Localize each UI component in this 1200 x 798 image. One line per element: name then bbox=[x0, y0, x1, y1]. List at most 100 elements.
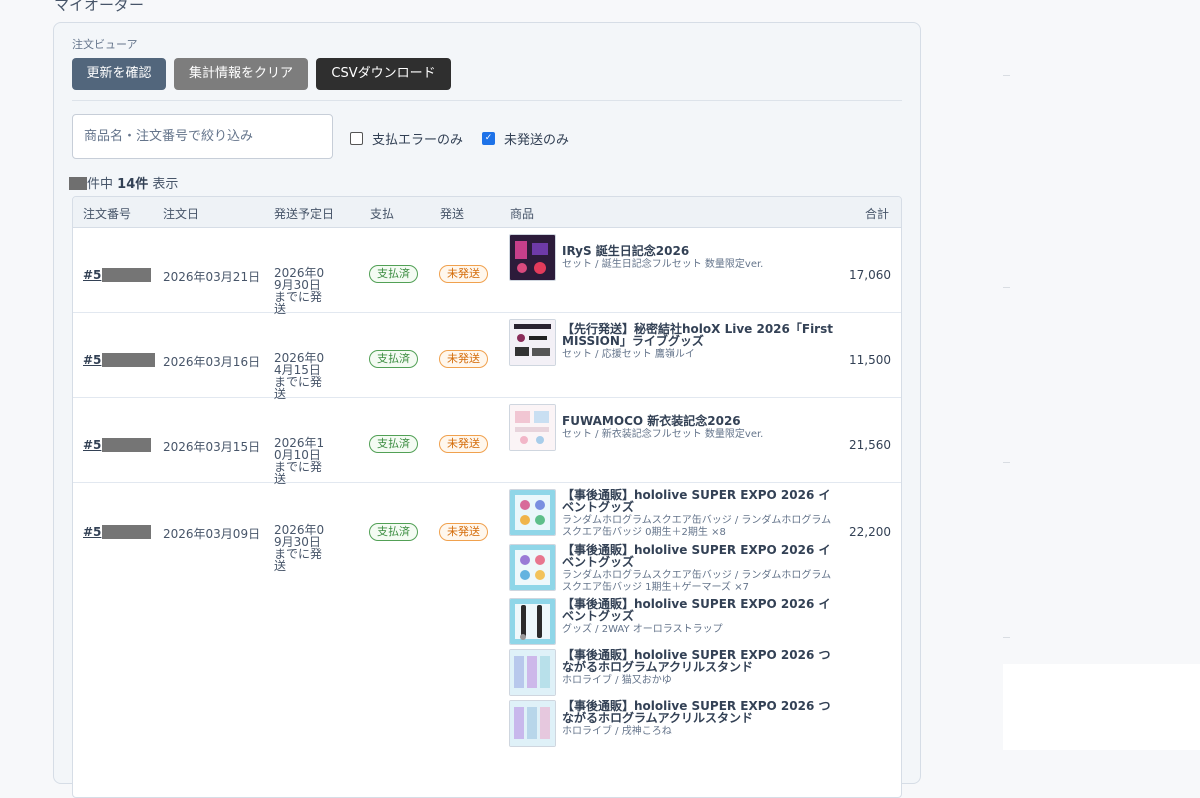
clear-stats-button[interactable]: 集計情報をクリア bbox=[174, 58, 308, 90]
page-title: マイオーダー bbox=[54, 0, 145, 14]
redacted-order-id bbox=[102, 353, 156, 367]
product-item: 【事後通販】hololive SUPER EXPO 2026 イベントグッズ ラ… bbox=[509, 489, 839, 544]
product-name[interactable]: 【事後通販】hololive SUPER EXPO 2026 イベントグッズ ラ… bbox=[562, 544, 834, 594]
order-total: 11,500 bbox=[849, 353, 891, 367]
ship-eta: 2026年09月30日までに発送 bbox=[274, 266, 325, 316]
order-number-link[interactable]: #5 bbox=[83, 438, 152, 452]
product-description: ランダムホログラムスクエア缶バッジ / ランダムホログラムスクエア缶バッジ 1期… bbox=[562, 570, 832, 593]
order-total: 17,060 bbox=[849, 268, 891, 282]
order-date: 2026年03月16日 bbox=[163, 355, 261, 369]
payment-status-badge: 支払済 bbox=[369, 265, 418, 283]
unshipped-only-checkbox[interactable]: ✓ 未発送のみ bbox=[482, 129, 569, 148]
product-thumbnail[interactable] bbox=[509, 319, 556, 366]
product-description: セット / 新衣装記念フルセット 数量限定ver. bbox=[562, 429, 764, 440]
header-order-no: 注文番号 bbox=[83, 207, 132, 221]
checkbox-label: 支払エラーのみ bbox=[372, 133, 464, 148]
product-description: セット / 応援セット 鷹嶺ルイ bbox=[562, 349, 695, 360]
product-thumbnail[interactable] bbox=[509, 544, 556, 591]
ship-eta: 2026年10月10日までに発送 bbox=[274, 436, 325, 486]
divider bbox=[1003, 462, 1010, 463]
order-total: 22,200 bbox=[849, 525, 891, 539]
product-thumbnail[interactable] bbox=[509, 234, 556, 281]
order-total: 21,560 bbox=[849, 438, 891, 452]
product-description: グッズ / 2WAY オーロラストラップ bbox=[562, 624, 723, 635]
checkbox-label: 未発送のみ bbox=[504, 133, 570, 148]
header-order-date: 注文日 bbox=[163, 207, 200, 221]
ship-eta: 2026年04月15日までに発送 bbox=[274, 351, 325, 401]
product-item: 【事後通販】hololive SUPER EXPO 2026 つながるホログラム… bbox=[509, 649, 839, 700]
redacted-total bbox=[69, 177, 87, 190]
product-name[interactable]: IRyS 誕生日記念2026 セット / 誕生日記念フルセット 数量限定ver. bbox=[562, 245, 834, 271]
order-date: 2026年03月09日 bbox=[163, 527, 261, 541]
redacted-order-id bbox=[102, 438, 152, 452]
product-name[interactable]: 【先行発送】秘密結社holoX Live 2026「First MISSION」… bbox=[562, 323, 834, 361]
payment-error-only-checkbox[interactable]: 支払エラーのみ bbox=[350, 129, 463, 148]
table-row: #5 2026年03月15日 2026年10月10日までに発送 支払済 未発送 … bbox=[73, 398, 901, 486]
divider bbox=[1003, 637, 1010, 638]
order-date: 2026年03月15日 bbox=[163, 440, 261, 454]
product-item: 【事後通販】hololive SUPER EXPO 2026 イベントグッズ ラ… bbox=[509, 544, 839, 598]
shipping-status-badge: 未発送 bbox=[439, 350, 488, 368]
result-count: 件中 14件 表示 bbox=[69, 173, 178, 192]
header-total: 合計 bbox=[864, 207, 889, 221]
product-item: 【事後通販】hololive SUPER EXPO 2026 イベントグッズ グ… bbox=[509, 598, 839, 649]
ship-eta: 2026年09月30日までに発送 bbox=[274, 523, 325, 573]
product-thumbnail[interactable] bbox=[509, 489, 556, 536]
product-description: ホロライブ / 戌神ころね bbox=[562, 726, 672, 737]
product-item: 【先行発送】秘密結社holoX Live 2026「First MISSION」… bbox=[509, 319, 839, 371]
product-thumbnail[interactable] bbox=[509, 598, 556, 645]
header-shipping: 発送 bbox=[440, 207, 465, 221]
product-description: セット / 誕生日記念フルセット 数量限定ver. bbox=[562, 259, 764, 270]
product-list: FUWAMOCO 新衣装記念2026 セット / 新衣装記念フルセット 数量限定… bbox=[509, 404, 839, 456]
filter-input[interactable] bbox=[72, 114, 333, 159]
table-row: #5 2026年03月16日 2026年04月15日までに発送 支払済 未発送 … bbox=[73, 313, 901, 401]
shipping-status-badge: 未発送 bbox=[439, 435, 488, 453]
orders-table: 注文番号 注文日 発送予定日 支払 発送 商品 合計 #5 2026年03月21… bbox=[72, 196, 902, 798]
product-list: IRyS 誕生日記念2026 セット / 誕生日記念フルセット 数量限定ver. bbox=[509, 234, 839, 286]
product-name[interactable]: 【事後通販】hololive SUPER EXPO 2026 つながるホログラム… bbox=[562, 649, 834, 687]
order-date: 2026年03月21日 bbox=[163, 270, 261, 284]
payment-status-badge: 支払済 bbox=[369, 523, 418, 541]
table-header: 注文番号 注文日 発送予定日 支払 発送 商品 合計 bbox=[73, 197, 901, 228]
product-item: FUWAMOCO 新衣装記念2026 セット / 新衣装記念フルセット 数量限定… bbox=[509, 404, 839, 456]
product-thumbnail[interactable] bbox=[509, 649, 556, 696]
order-number-link[interactable]: #5 bbox=[83, 268, 152, 282]
viewer-label: 注文ビューア bbox=[72, 38, 138, 51]
count-text: 件中 bbox=[87, 177, 114, 192]
blank-panel bbox=[1003, 664, 1200, 750]
checkbox-box[interactable]: ✓ bbox=[482, 132, 495, 145]
product-list: 【先行発送】秘密結社holoX Live 2026「First MISSION」… bbox=[509, 319, 839, 371]
product-name[interactable]: 【事後通販】hololive SUPER EXPO 2026 つながるホログラム… bbox=[562, 700, 834, 738]
count-shown: 14件 bbox=[117, 177, 149, 192]
product-description: ランダムホログラムスクエア缶バッジ / ランダムホログラムスクエア缶バッジ 0期… bbox=[562, 515, 832, 538]
divider bbox=[1003, 75, 1010, 76]
shipping-status-badge: 未発送 bbox=[439, 523, 488, 541]
order-number-link[interactable]: #5 bbox=[83, 525, 152, 539]
header-payment: 支払 bbox=[370, 207, 395, 221]
payment-status-badge: 支払済 bbox=[369, 350, 418, 368]
product-list: 【事後通販】hololive SUPER EXPO 2026 イベントグッズ ラ… bbox=[509, 489, 839, 750]
redacted-order-id bbox=[102, 268, 152, 282]
product-thumbnail[interactable] bbox=[509, 404, 556, 451]
checkbox-box[interactable] bbox=[350, 132, 363, 145]
divider bbox=[1003, 287, 1010, 288]
product-item: IRyS 誕生日記念2026 セット / 誕生日記念フルセット 数量限定ver. bbox=[509, 234, 839, 286]
csv-download-button[interactable]: CSVダウンロード bbox=[316, 58, 451, 90]
header-ship-eta: 発送予定日 bbox=[274, 207, 335, 221]
table-row: #5 2026年03月21日 2026年09月30日までに発送 支払済 未発送 … bbox=[73, 228, 901, 316]
payment-status-badge: 支払済 bbox=[369, 435, 418, 453]
product-description: ホロライブ / 猫又おかゆ bbox=[562, 675, 672, 686]
product-name[interactable]: 【事後通販】hololive SUPER EXPO 2026 イベントグッズ グ… bbox=[562, 598, 834, 636]
shipping-status-badge: 未発送 bbox=[439, 265, 488, 283]
product-name[interactable]: 【事後通販】hololive SUPER EXPO 2026 イベントグッズ ラ… bbox=[562, 489, 834, 539]
table-row: #5 2026年03月09日 2026年09月30日までに発送 支払済 未発送 … bbox=[73, 483, 901, 797]
product-name[interactable]: FUWAMOCO 新衣装記念2026 セット / 新衣装記念フルセット 数量限定… bbox=[562, 415, 834, 441]
product-item: 【事後通販】hololive SUPER EXPO 2026 つながるホログラム… bbox=[509, 700, 839, 750]
divider bbox=[72, 100, 902, 101]
product-thumbnail[interactable] bbox=[509, 700, 556, 747]
check-updates-button[interactable]: 更新を確認 bbox=[72, 58, 166, 90]
redacted-order-id bbox=[102, 525, 152, 539]
order-number-link[interactable]: #5 bbox=[83, 353, 156, 367]
count-suffix: 表示 bbox=[152, 177, 179, 192]
order-viewer-card: 注文ビューア 更新を確認 集計情報をクリア CSVダウンロード 支払エラーのみ … bbox=[53, 22, 921, 798]
